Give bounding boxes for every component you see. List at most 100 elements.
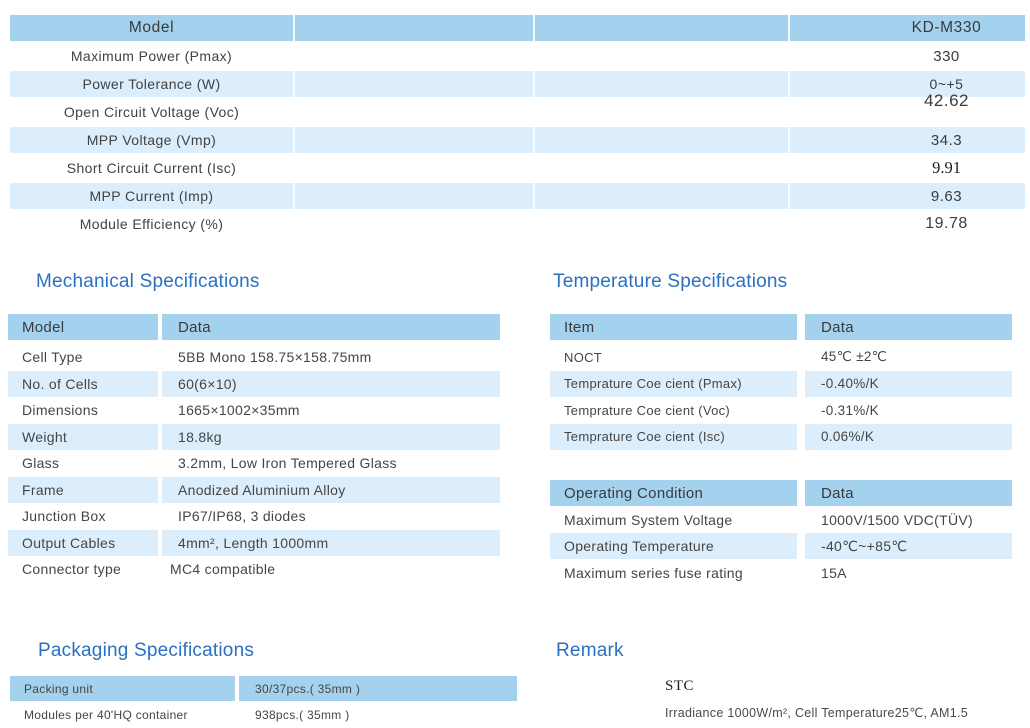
table-row: Dimensions 1665×1002×35mm	[8, 397, 500, 423]
row-label: Operating Temperature	[550, 533, 797, 559]
column-header: Item	[550, 314, 797, 340]
temperature-header-row: Item Data	[550, 314, 1012, 340]
table-row: No. of Cells 60(6×10)	[8, 371, 500, 397]
row-label: Modules per 40'HQ container	[10, 702, 235, 727]
packaging-header-row: Packing unit 30/37pcs.( 35mm )	[10, 676, 517, 701]
row-value: 330	[933, 48, 960, 65]
row-value: 0~+5	[930, 76, 964, 92]
row-value: IP67/IP68, 3 diodes	[158, 503, 500, 529]
spec-row-short-circuit-current: Short Circuit Current (Isc) 9.91	[10, 155, 1025, 181]
table-row: Operating Temperature -40℃~+85℃	[550, 533, 1012, 559]
row-value: -40℃~+85℃	[797, 533, 1012, 559]
row-label: Open Circuit Voltage (Voc)	[10, 99, 293, 125]
row-label: Connector type	[8, 556, 158, 582]
packaging-spec-table: Packing unit 30/37pcs.( 35mm ) Modules p…	[10, 676, 517, 728]
row-label: Packing unit	[10, 676, 235, 701]
row-label: Temprature Coe cient (Pmax)	[550, 371, 797, 397]
row-value: 15A	[797, 560, 1012, 586]
table-row: Weight 18.8kg	[8, 424, 500, 450]
row-value: 19.78	[925, 215, 968, 233]
row-value: 34.3	[931, 132, 962, 149]
remark-stc-conditions: Irradiance 1000W/m², Cell Temperature25℃…	[665, 705, 968, 720]
row-label: Weight	[8, 424, 158, 450]
table-row: Junction Box IP67/IP68, 3 diodes	[8, 503, 500, 529]
model-number-value: KD-M330	[788, 15, 1025, 41]
table-row: Cell Type 5BB Mono 158.75×158.75mm	[8, 344, 500, 370]
row-label: Short Circuit Current (Isc)	[10, 155, 293, 181]
temperature-spec-table: Item Data NOCT 45℃ ±2℃ Temprature Coe ci…	[550, 314, 1012, 450]
row-value: Anodized Aluminium Alloy	[158, 477, 500, 503]
spec-row-open-circuit-voltage: Open Circuit Voltage (Voc) 42.62	[10, 99, 1025, 125]
row-label: Temprature Coe cient (Isc)	[550, 424, 797, 450]
spec-row-power-tolerance: Power Tolerance (W) 0~+5	[10, 71, 1025, 97]
row-label: Temprature Coe cient (Voc)	[550, 397, 797, 423]
table-row: Temprature Coe cient (Isc) 0.06%/K	[550, 424, 1012, 450]
column-header: Data	[797, 314, 1012, 340]
spec-row-mpp-current: MPP Current (Imp) 9.63	[10, 183, 1025, 209]
row-value: 60(6×10)	[158, 371, 500, 397]
row-label: MPP Voltage (Vmp)	[10, 127, 293, 153]
row-value: 45℃ ±2℃	[797, 344, 1012, 370]
row-label: Glass	[8, 450, 158, 476]
row-label: Output Cables	[8, 530, 158, 556]
operating-condition-table: Operating Condition Data Maximum System …	[550, 480, 1012, 586]
row-value: 1000V/1500 VDC(TÜV)	[797, 507, 1012, 533]
mechanical-header-row: Model Data	[8, 314, 500, 340]
electrical-spec-table: Model KD-M330 Maximum Power (Pmax) 330 P…	[10, 15, 1025, 239]
mechanical-spec-table: Model Data Cell Type 5BB Mono 158.75×158…	[8, 314, 500, 583]
table-row: Temprature Coe cient (Voc) -0.31%/K	[550, 397, 1012, 423]
packaging-section-heading: Packaging Specifications	[38, 640, 254, 662]
row-value: 1665×1002×35mm	[158, 397, 500, 423]
row-label: MPP Current (Imp)	[10, 183, 293, 209]
table-row: Temprature Coe cient (Pmax) -0.40%/K	[550, 371, 1012, 397]
table-row: Modules per 40'HQ container 938pcs.( 35m…	[10, 702, 517, 727]
row-value: 9.91	[932, 158, 961, 178]
model-header-label: Model	[10, 15, 293, 41]
row-value: 5BB Mono 158.75×158.75mm	[158, 344, 500, 370]
row-label: Dimensions	[8, 397, 158, 423]
column-header: Model	[8, 314, 158, 340]
row-value: 3.2mm, Low Iron Tempered Glass	[158, 450, 500, 476]
electrical-table-header-row: Model KD-M330	[10, 15, 1025, 41]
row-value: 938pcs.( 35mm )	[235, 702, 517, 727]
table-row: Connector type MC4 compatible	[8, 556, 500, 582]
column-header: Operating Condition	[550, 480, 797, 506]
table-row: Maximum System Voltage 1000V/1500 VDC(TÜ…	[550, 507, 1012, 533]
row-value: -0.40%/K	[797, 371, 1012, 397]
temperature-section-heading: Temperature Specifications	[553, 271, 787, 293]
row-label: Maximum series fuse rating	[550, 560, 797, 586]
row-value: 18.8kg	[158, 424, 500, 450]
table-row: Output Cables 4mm², Length 1000mm	[8, 530, 500, 556]
table-row: Maximum series fuse rating 15A	[550, 560, 1012, 586]
row-label: Maximum System Voltage	[550, 507, 797, 533]
table-row: Glass 3.2mm, Low Iron Tempered Glass	[8, 450, 500, 476]
column-header: Data	[797, 480, 1012, 506]
row-label: No. of Cells	[8, 371, 158, 397]
spec-row-mpp-voltage: MPP Voltage (Vmp) 34.3	[10, 127, 1025, 153]
row-value: -0.31%/K	[797, 397, 1012, 423]
row-value: 42.62	[924, 91, 969, 111]
row-label: Power Tolerance (W)	[10, 71, 293, 97]
row-value: 9.63	[931, 188, 962, 205]
remark-stc-label: STC	[665, 678, 694, 695]
row-label: Junction Box	[8, 503, 158, 529]
row-value: 0.06%/K	[797, 424, 1012, 450]
row-label: NOCT	[550, 344, 797, 370]
spec-row-module-efficiency: Module Efficiency (%) 19.78	[10, 211, 1025, 237]
remark-section-heading: Remark	[556, 640, 624, 662]
row-label: Module Efficiency (%)	[10, 211, 293, 237]
row-value: 4mm², Length 1000mm	[158, 530, 500, 556]
spec-row-max-power: Maximum Power (Pmax) 330	[10, 43, 1025, 69]
row-label: Frame	[8, 477, 158, 503]
row-value: MC4 compatible	[158, 556, 500, 582]
column-header: Data	[158, 314, 500, 340]
table-row: Frame Anodized Aluminium Alloy	[8, 477, 500, 503]
header-spacer-cell	[533, 15, 788, 41]
row-label: Maximum Power (Pmax)	[10, 43, 293, 69]
row-value: 30/37pcs.( 35mm )	[235, 676, 517, 701]
row-label: Cell Type	[8, 344, 158, 370]
header-spacer-cell	[293, 15, 533, 41]
mechanical-section-heading: Mechanical Specifications	[36, 271, 260, 293]
operating-header-row: Operating Condition Data	[550, 480, 1012, 506]
table-row: NOCT 45℃ ±2℃	[550, 344, 1012, 370]
